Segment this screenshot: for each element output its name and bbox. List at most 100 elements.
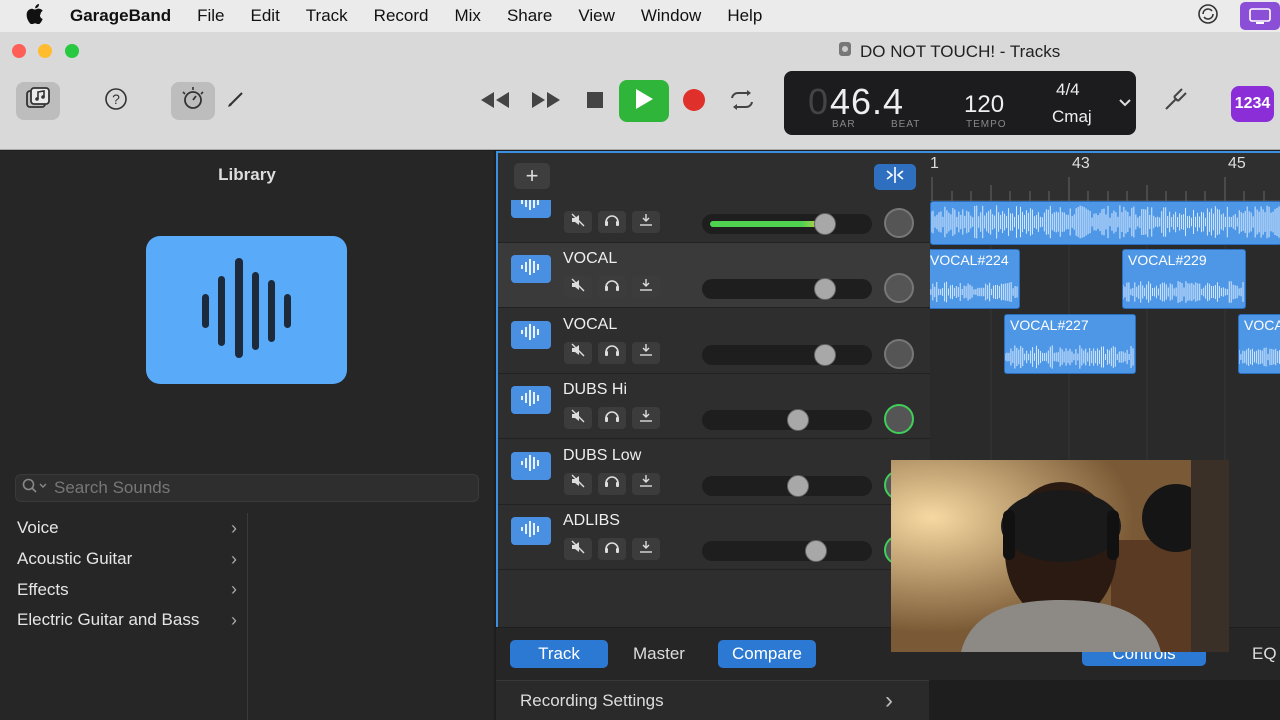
volume-slider-knob[interactable]	[814, 278, 837, 301]
solo-button[interactable]	[598, 472, 626, 495]
region-beat[interactable]	[930, 201, 1280, 245]
volume-slider[interactable]	[702, 213, 872, 235]
stop-button[interactable]	[573, 83, 617, 121]
input-monitor-button[interactable]	[632, 341, 660, 364]
tuner-button[interactable]	[1153, 83, 1197, 121]
pan-knob[interactable]	[884, 208, 914, 238]
lcd-display[interactable]: 0 46.4 BAR BEAT 120 TEMPO 4/4 Cmaj	[784, 71, 1136, 135]
tab-master[interactable]: Master	[610, 640, 708, 668]
menu-record[interactable]: Record	[374, 6, 429, 26]
region-vocal-224[interactable]: VOCAL#224	[930, 249, 1020, 309]
track-icon[interactable]	[511, 386, 551, 415]
search-field[interactable]: Search Sounds	[15, 474, 479, 502]
menu-mix[interactable]: Mix	[454, 6, 480, 26]
screen-share-icon[interactable]	[1240, 2, 1280, 30]
solo-button[interactable]	[598, 538, 626, 560]
menu-view[interactable]: View	[578, 6, 615, 26]
play-button[interactable]	[619, 80, 669, 122]
menu-help[interactable]: Help	[727, 6, 762, 26]
ruler[interactable]: 1 43 45	[930, 153, 1280, 201]
track-icon[interactable]	[511, 200, 551, 218]
volume-slider-knob[interactable]	[804, 540, 827, 562]
volume-slider-knob[interactable]	[814, 213, 837, 235]
library-item-electric-guitar-bass[interactable]: Electric Guitar and Bass ›	[0, 605, 247, 636]
region-vocal-229[interactable]: VOCAL#229	[1122, 249, 1246, 309]
volume-slider[interactable]	[702, 278, 872, 301]
input-monitor-button[interactable]	[632, 407, 660, 430]
menu-edit[interactable]: Edit	[251, 6, 280, 26]
input-monitor-button[interactable]	[632, 472, 660, 495]
input-monitor-button[interactable]	[632, 538, 660, 560]
close-window-button[interactable]	[12, 44, 26, 58]
volume-slider-knob[interactable]	[814, 343, 837, 366]
track-header[interactable]: VOCAL	[498, 309, 930, 374]
track-name[interactable]: VOCAL	[563, 316, 617, 334]
mute-button[interactable]	[564, 472, 592, 495]
track-header[interactable]: DUBS Hi	[498, 374, 930, 440]
volume-slider[interactable]	[702, 540, 872, 562]
track-header[interactable]: VOCAL	[498, 243, 930, 309]
sync-status-icon[interactable]	[1196, 2, 1220, 31]
track-name[interactable]: DUBS Hi	[563, 381, 627, 399]
solo-button[interactable]	[598, 407, 626, 430]
library-item-voice[interactable]: Voice ›	[0, 513, 247, 544]
record-button[interactable]	[672, 83, 716, 121]
count-in-button[interactable]: 1234	[1231, 86, 1274, 122]
minimize-window-button[interactable]	[38, 44, 52, 58]
library-item-effects[interactable]: Effects ›	[0, 574, 247, 605]
library-toggle-button[interactable]	[16, 82, 60, 120]
track-header[interactable]: BEAT	[498, 200, 930, 243]
compare-button[interactable]: Compare	[718, 640, 816, 668]
menu-file[interactable]: File	[197, 6, 224, 26]
library-item-acoustic-guitar[interactable]: Acoustic Guitar ›	[0, 544, 247, 575]
zoom-window-button[interactable]	[65, 44, 79, 58]
input-monitor-button[interactable]	[632, 211, 660, 233]
mute-button[interactable]	[564, 407, 592, 430]
pan-knob[interactable]	[884, 404, 914, 435]
solo-button[interactable]	[598, 276, 626, 299]
apple-menu-icon[interactable]	[26, 3, 48, 29]
track-icon[interactable]	[511, 320, 551, 349]
track-name[interactable]: ADLIBS	[563, 512, 620, 530]
recording-settings-row[interactable]: Recording Settings ›	[496, 680, 929, 720]
track-name[interactable]: BEAT	[563, 200, 604, 203]
mute-button[interactable]	[564, 211, 592, 233]
mute-button[interactable]	[564, 276, 592, 299]
track-icon[interactable]	[511, 255, 551, 284]
volume-slider[interactable]	[702, 409, 872, 432]
menu-window[interactable]: Window	[641, 6, 701, 26]
menu-share[interactable]: Share	[507, 6, 552, 26]
track-header[interactable]: DUBS Low	[498, 440, 930, 505]
input-monitor-button[interactable]	[632, 276, 660, 299]
track-icon[interactable]	[511, 517, 551, 545]
volume-slider[interactable]	[702, 343, 872, 366]
cycle-button[interactable]	[720, 83, 764, 121]
mute-button[interactable]	[564, 341, 592, 364]
volume-slider-knob[interactable]	[787, 474, 809, 497]
mute-button[interactable]	[564, 538, 592, 560]
menu-track[interactable]: Track	[306, 6, 348, 26]
rewind-button[interactable]	[473, 83, 517, 121]
tab-eq[interactable]: EQ	[1252, 642, 1280, 666]
smart-controls-button[interactable]	[171, 82, 215, 120]
lcd-chevron-down-icon[interactable]	[1118, 95, 1132, 113]
solo-button[interactable]	[598, 341, 626, 364]
volume-slider[interactable]	[702, 474, 872, 497]
region-vocal-227[interactable]: VOCAL#227	[1004, 314, 1136, 374]
catch-playhead-button[interactable]	[874, 164, 916, 190]
menu-app-name[interactable]: GarageBand	[70, 6, 171, 26]
track-header[interactable]: ADLIBS	[498, 505, 930, 570]
add-track-button[interactable]: +	[514, 163, 550, 189]
tab-track[interactable]: Track	[510, 640, 608, 668]
pan-knob[interactable]	[884, 338, 914, 369]
volume-slider-knob[interactable]	[787, 409, 809, 432]
region-vocal-partial[interactable]: VOCA	[1238, 314, 1280, 374]
track-name[interactable]: DUBS Low	[563, 447, 641, 465]
track-name[interactable]: VOCAL	[563, 250, 617, 268]
pan-knob[interactable]	[884, 273, 914, 304]
solo-button[interactable]	[598, 211, 626, 233]
fast-forward-button[interactable]	[524, 83, 568, 121]
help-button[interactable]: ?	[94, 82, 138, 120]
track-icon[interactable]	[511, 451, 551, 480]
editors-button[interactable]	[214, 82, 258, 120]
